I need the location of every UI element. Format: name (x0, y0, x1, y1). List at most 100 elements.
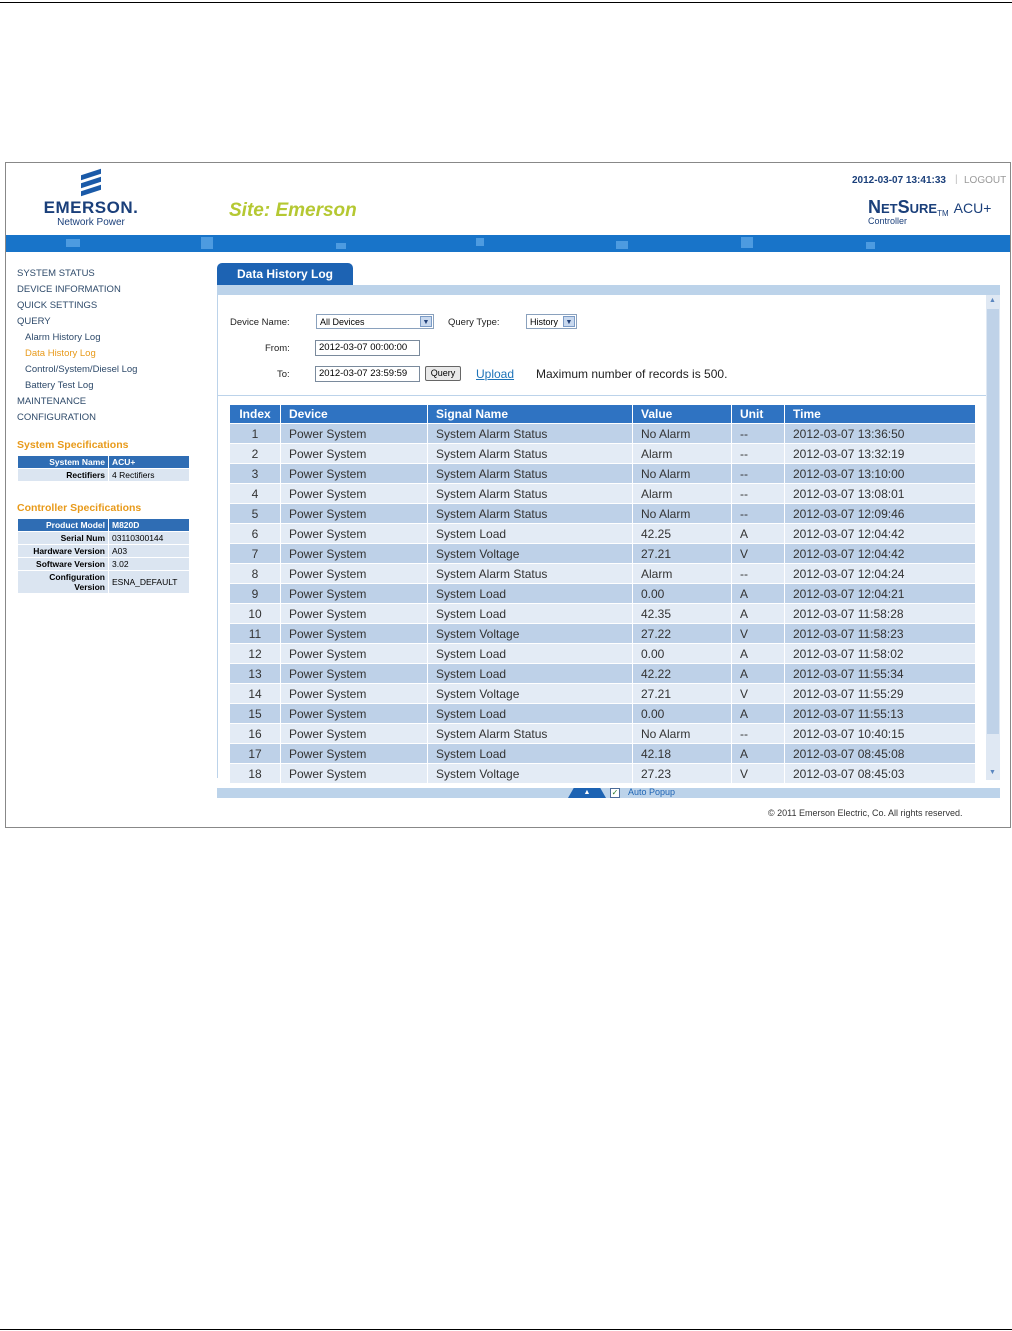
upload-link[interactable]: Upload (476, 367, 514, 381)
cell-time: 2012-03-07 11:58:28 (784, 603, 976, 624)
cell-signal-name: System Alarm Status (427, 423, 633, 444)
spec-row: System Name ACU+ (17, 455, 190, 469)
auto-popup-checkbox[interactable]: ✓ (610, 788, 620, 798)
cell-device: Power System (280, 683, 428, 704)
cell-signal-name: System Load (427, 743, 633, 764)
document-bottom-rule (0, 1329, 1012, 1330)
cell-value: No Alarm (632, 503, 732, 524)
spec-row: Software Version 3.02 (17, 557, 190, 571)
cell-unit: -- (731, 463, 785, 484)
table-row: 4 Power System System Alarm Status Alarm -- 2… (230, 483, 976, 504)
cell-unit: A (731, 583, 785, 604)
nav-device-information[interactable]: DEVICE INFORMATION (17, 282, 137, 298)
spec-value: 3.02 (108, 557, 190, 571)
query-type-select[interactable]: History ▼ (526, 314, 577, 329)
cell-device: Power System (280, 543, 428, 564)
cell-device: Power System (280, 763, 428, 783)
cell-value: 42.18 (632, 743, 732, 764)
cell-signal-name: System Voltage (427, 623, 633, 644)
cell-time: 2012-03-07 11:55:34 (784, 663, 976, 684)
spec-key: Product Model (17, 518, 109, 532)
cell-signal-name: System Alarm Status (427, 563, 633, 584)
brand-subtitle: Controller (868, 216, 908, 226)
logout-link[interactable]: LOGOUT (964, 175, 1006, 186)
spec-value: ESNA_DEFAULT (108, 570, 190, 594)
column-header-signal-name[interactable]: Signal Name (427, 405, 633, 424)
cell-unit: A (731, 603, 785, 624)
nav-quick-settings[interactable]: QUICK SETTINGS (17, 298, 137, 314)
cell-value: 27.22 (632, 623, 732, 644)
brand-name: NetSure (868, 197, 938, 217)
max-records-note: Maximum number of records is 500. (536, 367, 728, 381)
column-header-unit[interactable]: Unit (731, 405, 785, 424)
cell-index: 15 (230, 703, 281, 724)
column-header-value[interactable]: Value (632, 405, 732, 424)
cell-unit: A (731, 643, 785, 664)
emerson-logo: EMERSON. Network Power (36, 168, 146, 228)
column-header-index[interactable]: Index (230, 405, 281, 424)
cell-index: 9 (230, 583, 281, 604)
from-date-input[interactable]: 2012-03-07 00:00:00 (315, 340, 420, 356)
query-type-value: History (530, 317, 559, 327)
cell-value: No Alarm (632, 463, 732, 484)
cell-index: 12 (230, 643, 281, 664)
cell-index: 16 (230, 723, 281, 744)
spec-row: Product Model M820D (17, 518, 190, 532)
cell-device: Power System (280, 643, 428, 664)
cell-index: 10 (230, 603, 281, 624)
cell-device: Power System (280, 703, 428, 724)
scrollbar-thumb[interactable] (987, 309, 999, 734)
cell-time: 2012-03-07 11:55:13 (784, 703, 976, 724)
table-row: 12 Power System System Load 0.00 A 2012-03-07… (230, 643, 976, 664)
cell-value: 27.23 (632, 763, 732, 783)
nav-maintenance[interactable]: MAINTENANCE (17, 394, 137, 410)
netsure-brand: NetSureTM ACU+ (868, 197, 991, 218)
cell-time: 2012-03-07 11:58:02 (784, 643, 976, 664)
cell-signal-name: System Voltage (427, 683, 633, 704)
spec-row: Hardware Version A03 (17, 544, 190, 558)
column-header-time[interactable]: Time (784, 405, 976, 424)
auto-popup-label: Auto Popup (628, 787, 676, 797)
nav-system-status[interactable]: SYSTEM STATUS (17, 266, 137, 282)
cell-unit: A (731, 743, 785, 764)
spec-row: Rectifiers 4 Rectifiers (17, 468, 190, 482)
cell-value: 27.21 (632, 683, 732, 704)
query-panel: Device Name: All Devices ▼ Query Type: H… (217, 295, 987, 783)
cell-signal-name: System Voltage (427, 543, 633, 564)
table-row: 16 Power System System Alarm Status No Alar… (230, 723, 976, 744)
cell-index: 1 (230, 423, 281, 444)
to-date-input[interactable]: 2012-03-07 23:59:59 (315, 366, 420, 382)
scroll-up-icon[interactable]: ▲ (989, 297, 996, 304)
tab-data-history-log[interactable]: Data History Log (217, 263, 353, 285)
document-top-rule (0, 2, 1012, 3)
cell-time: 2012-03-07 08:45:03 (784, 763, 976, 783)
cell-signal-name: System Load (427, 603, 633, 624)
column-header-device[interactable]: Device (280, 405, 428, 424)
cell-time: 2012-03-07 13:32:19 (784, 443, 976, 464)
table-row: 14 Power System System Voltage 27.21 V 2012-0… (230, 683, 976, 704)
nav-alarm-history-log[interactable]: Alarm History Log (17, 330, 137, 346)
nav-data-history-log[interactable]: Data History Log (17, 346, 137, 362)
table-row: 6 Power System System Load 42.25 A 2012-03-07… (230, 523, 976, 544)
vertical-scrollbar[interactable]: ▲ ▼ (986, 295, 1000, 780)
table-header-row: Index Device Signal Name Value Unit Time (230, 405, 976, 424)
table-row: 5 Power System System Alarm Status No Alarm… (230, 503, 976, 524)
sidebar-nav: SYSTEM STATUS DEVICE INFORMATION QUICK S… (17, 266, 137, 426)
nav-battery-test-log[interactable]: Battery Test Log (17, 378, 137, 394)
query-button[interactable]: Query (425, 366, 461, 381)
nav-control-system-diesel-log[interactable]: Control/System/Diesel Log (17, 362, 137, 378)
spec-key: Rectifiers (17, 468, 109, 482)
spec-row: Configuration Version ESNA_DEFAULT (17, 570, 190, 594)
scroll-down-icon[interactable]: ▼ (989, 769, 996, 776)
nav-configuration[interactable]: CONFIGURATION (17, 410, 137, 426)
spec-key: System Name (17, 455, 109, 469)
cell-signal-name: System Load (427, 583, 633, 604)
controller-specs-table: Product Model M820D Serial Num 031103001… (17, 518, 190, 594)
cell-signal-name: System Alarm Status (427, 723, 633, 744)
nav-query[interactable]: QUERY (17, 314, 137, 330)
cell-index: 11 (230, 623, 281, 644)
system-specs-title: System Specifications (17, 439, 129, 451)
device-name-select[interactable]: All Devices ▼ (316, 314, 434, 329)
current-datetime: 2012-03-07 13:41:33 (852, 175, 946, 186)
popup-toggle-button[interactable]: ▲ (568, 788, 606, 798)
